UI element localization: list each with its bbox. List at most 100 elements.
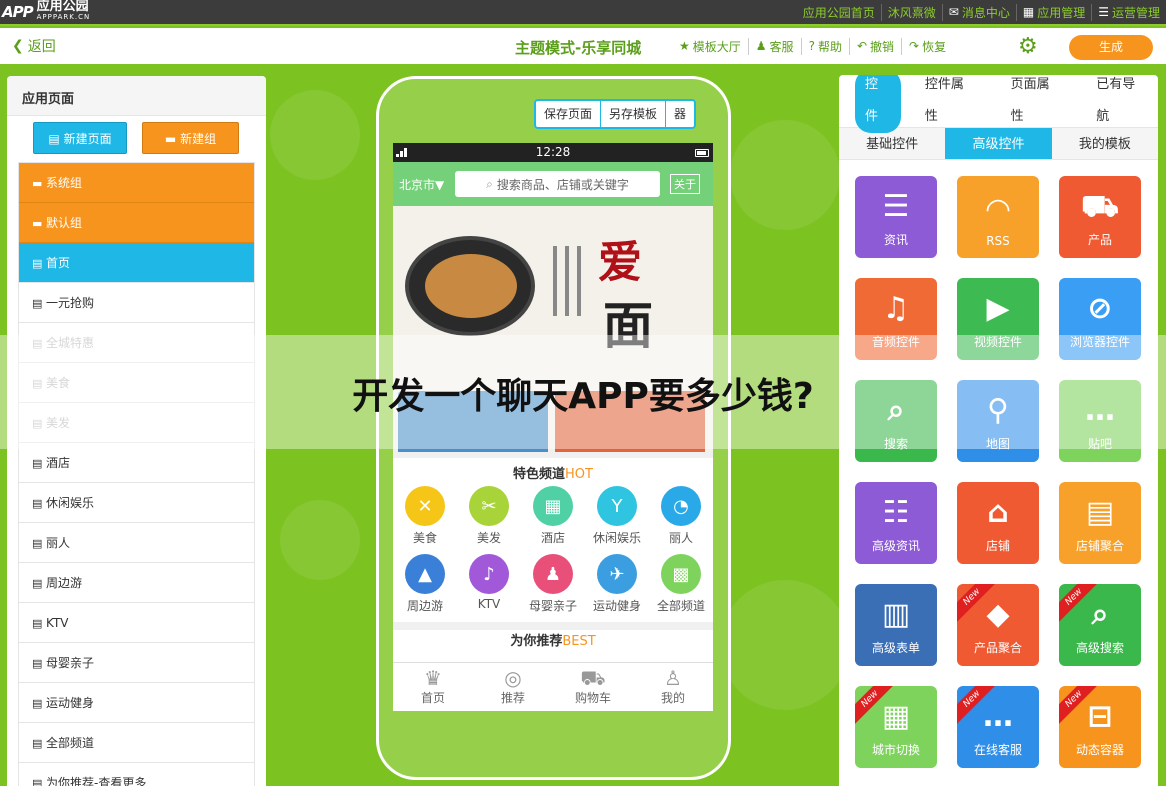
control-tile[interactable]: ▤ 店铺聚合 [1059,482,1141,564]
page-item-label: 为你推荐-查看更多 [46,776,147,786]
file-icon: ▤ [32,777,43,786]
page-item[interactable]: ▤ 一元抢购 [19,283,254,323]
link-home[interactable]: 应用公园首页 [797,4,881,21]
page-item[interactable]: ▤ 丽人 [19,523,254,563]
city-selector[interactable]: 北京市▼ [399,176,455,193]
new-group-button[interactable]: ▬ 新建组 [142,122,239,154]
template-hall-button[interactable]: ★ 模板大厅 [672,38,748,55]
control-tile[interactable]: ◠ RSS [957,176,1039,258]
group-item[interactable]: ▬ 默认组 [19,203,254,243]
qr-code-button[interactable]: 器 [665,101,694,127]
control-tile[interactable]: New ◆ 产品聚合 [957,584,1039,666]
tab-icon: ♙ [664,666,682,690]
channel-item[interactable]: ▦ 酒店 [521,486,585,546]
bg-circle [270,90,360,180]
back-button[interactable]: ❮ 返回 [0,36,56,56]
file-icon: ▤ [32,497,43,510]
control-tile[interactable]: New ⊟ 动态容器 [1059,686,1141,768]
about-button[interactable]: 关于 [670,174,700,194]
page-item[interactable]: ▤ 首页 [19,243,254,283]
channel-item[interactable]: ✕ 美食 [393,486,457,546]
tab-item[interactable]: ♛ 首页 [393,663,473,711]
control-tile[interactable]: ⌂ 店铺 [957,482,1039,564]
file-icon: ▤ [32,737,43,750]
tab-item[interactable]: ◎ 推荐 [473,663,553,711]
channel-item[interactable]: ◔ 丽人 [649,486,713,546]
page-item[interactable]: ▤ 酒店 [19,443,254,483]
page-item[interactable]: ▤ 母婴亲子 [19,643,254,683]
page-item[interactable]: ▤ 为你推荐-查看更多 [19,763,254,786]
tab-label: 推荐 [500,691,525,705]
page-item-label: 母婴亲子 [46,656,95,670]
link-user[interactable]: 沐风熹微 [880,3,942,21]
controls-sub-tab[interactable]: 高级控件 [945,128,1052,159]
channel-icon: ♪ [469,554,509,594]
channel-label: 全部频道 [656,599,705,613]
control-tile-icon: ▥ [881,597,911,632]
controls-sub-tab[interactable]: 基础控件 [839,128,945,159]
channel-item[interactable]: ✂ 美发 [457,486,521,546]
control-tile-label: 高级搜索 [1075,641,1124,655]
file-icon: ▤ [32,617,43,630]
tab-item[interactable]: ⛟ 购物车 [553,663,633,711]
controls-tab[interactable]: 控件 [855,75,901,133]
gear-icon[interactable]: ⚙ [1018,36,1042,58]
page-list: ▬ 系统组 ▬ 默认组 ▤ 首页 ▤ 一元抢购 ▤ 全城特惠 ▤ 美食 ▤ 美发 ▤ 酒店 ▤ 休闲娱乐 ▤ 丽人 ▤ 周… [18,162,255,786]
control-tile[interactable]: ▥ 高级表单 [855,584,937,666]
control-tile[interactable]: ⛟ 产品 [1059,176,1141,258]
save-template-button[interactable]: 另存模板 [600,101,665,127]
mail-icon: ✉ [948,5,959,19]
page-item[interactable]: ▤ 周边游 [19,563,254,603]
controls-tab[interactable]: 控件属性 [915,75,987,133]
channel-item[interactable]: ♪ KTV [457,554,521,614]
controls-tab[interactable]: 页面属性 [1001,75,1073,133]
generate-button[interactable]: 生成 [1069,35,1153,60]
list-icon: ☰ [1098,5,1109,19]
link-app-manage[interactable]: ▦ 应用管理 [1015,3,1091,21]
support-button[interactable]: ♟ 客服 [747,37,801,55]
page-item-label: 运动健身 [46,696,95,710]
logo[interactable]: APP 应用公园 APPPARK.CN [0,0,90,25]
channel-item[interactable]: ♟ 母婴亲子 [521,554,585,614]
control-tile-label: 高级资讯 [871,539,920,553]
help-button[interactable]: ? 帮助 [800,37,849,55]
channel-title-text: 特色频道 [513,467,566,482]
page-item[interactable]: ▤ KTV [19,603,254,643]
undo-button[interactable]: ↶ 撤销 [848,37,901,55]
page-item[interactable]: ▤ 运动健身 [19,683,254,723]
channel-label: 丽人 [668,531,693,545]
channel-item[interactable]: ▲ 周边游 [393,554,457,614]
new-page-button[interactable]: ▤ 新建页面 [33,122,127,154]
page-item[interactable]: ▤ 休闲娱乐 [19,483,254,523]
link-ops-manage[interactable]: ☰ 运营管理 [1091,3,1166,21]
folder-icon: ▬ [164,132,181,146]
search-input[interactable]: ⌕ 搜索商品、店铺或关键字 [455,171,660,197]
control-tile[interactable]: New… 在线客服 [957,686,1039,768]
top-nav: 应用公园首页 沐风熹微 ✉ 消息中心 ▦ 应用管理 ☰ 运营管理 [797,0,1166,25]
channel-icon: ✕ [405,486,445,526]
channel-icon: ✂ [469,486,509,526]
channel-item[interactable]: ▩ 全部频道 [649,554,713,614]
link-user-label: 沐风熹微 [887,5,936,20]
channel-icon: ◔ [661,486,701,526]
control-tile-icon: ⊘ [1087,291,1113,326]
link-messages[interactable]: ✉ 消息中心 [941,3,1016,21]
tab-item[interactable]: ♙ 我的 [633,663,713,711]
control-tile[interactable]: ☰ 资讯 [855,176,937,258]
control-tile[interactable]: ☷ 高级资讯 [855,482,937,564]
control-tile[interactable]: New ⌕ 高级搜索 [1059,584,1141,666]
redo-button[interactable]: ↷ 恢复 [901,37,953,55]
save-page-button[interactable]: 保存页面 [536,101,600,127]
control-tile-icon: ♫ [882,291,910,326]
controls-tab[interactable]: 已有导航 [1086,75,1158,133]
channel-hot-tag: HOT [565,467,593,482]
page-item-label: 系统组 [46,176,83,190]
controls-tabs: 控件 控件属性 页面属性 已有导航 [839,75,1158,133]
toolbar: ❮ 返回 主题模式-乐享同城 ★ 模板大厅 ♟ 客服 ? 帮助 ↶ 撤销 ↷ 恢复 ⚙ 生成 [0,28,1166,64]
group-item[interactable]: ▬ 系统组 [19,163,254,203]
page-item[interactable]: ▤ 全部频道 [19,723,254,763]
channel-item[interactable]: ✈ 运动健身 [585,554,649,614]
controls-sub-tab[interactable]: 我的模板 [1052,128,1158,159]
control-tile[interactable]: New ▦ 城市切换 [855,686,937,768]
channel-item[interactable]: Y 休闲娱乐 [585,486,649,546]
